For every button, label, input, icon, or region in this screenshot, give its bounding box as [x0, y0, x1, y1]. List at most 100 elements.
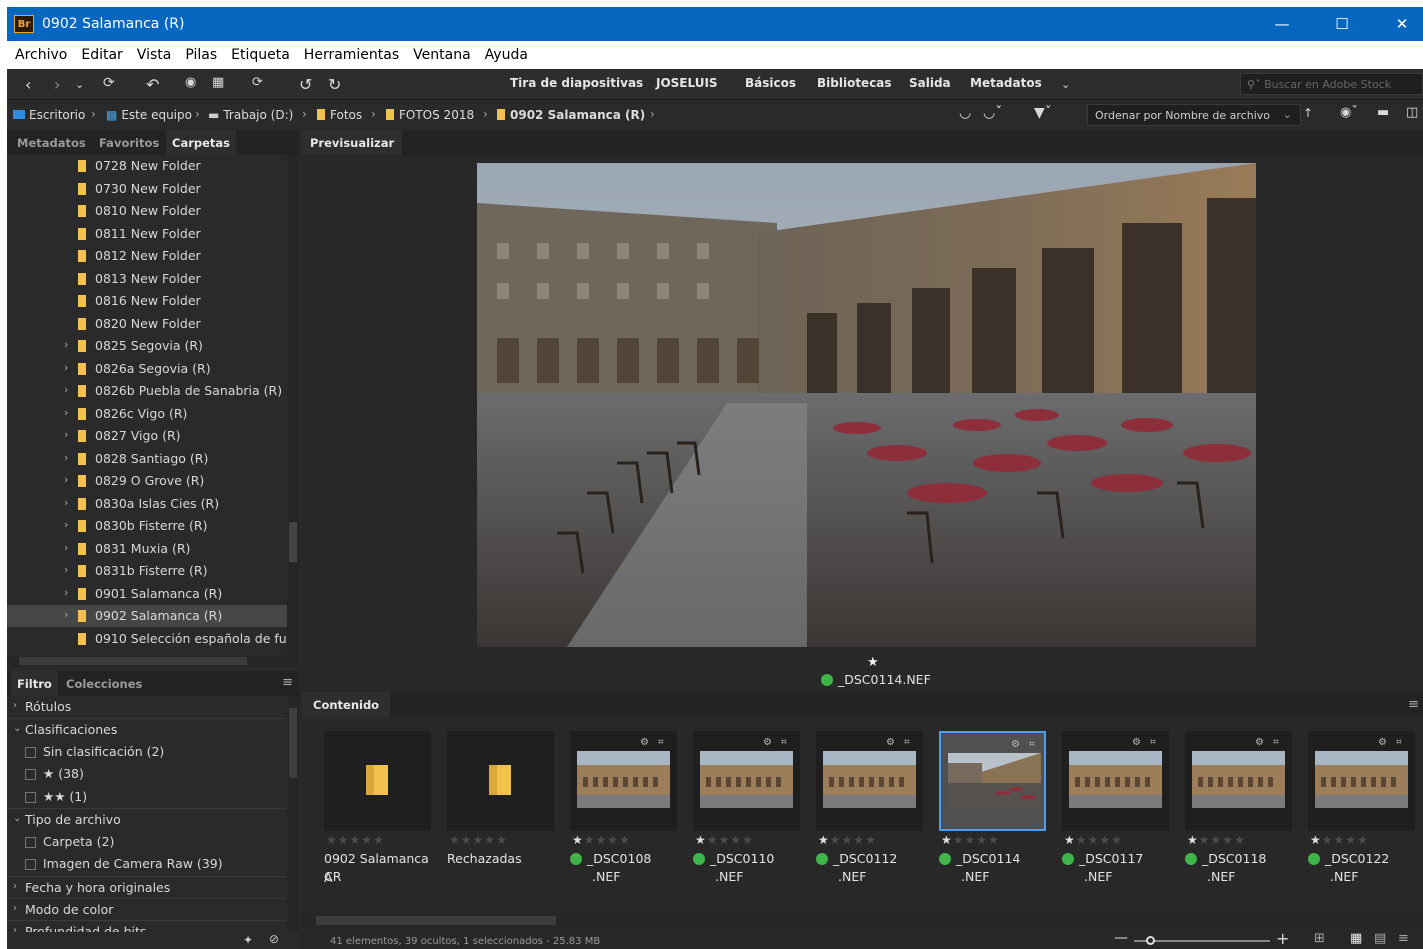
- folder-tree-item[interactable]: › 0826c Vigo (R): [7, 403, 287, 425]
- content-image-item[interactable]: ⚙ ⌗ ★★★★★ _DSC0110 .NEF: [693, 731, 800, 916]
- folder-tree-item[interactable]: › 0828 Santiago (R): [7, 448, 287, 470]
- workspace-more-chevron-icon[interactable]: ⌄: [1061, 78, 1070, 91]
- star-icon[interactable]: ★: [1310, 833, 1322, 847]
- content-folder-item[interactable]: ★★★★★ 0902 Salamanca A CR: [324, 731, 431, 916]
- details-view-icon[interactable]: ▤: [1374, 931, 1386, 946]
- menu-ventana[interactable]: Ventana: [406, 47, 478, 63]
- rating-stars[interactable]: ★★★★★: [449, 833, 508, 847]
- thumbnail-frame[interactable]: ⚙ ⌗: [939, 731, 1046, 831]
- star-icon[interactable]: ★: [461, 833, 473, 847]
- zoom-out-button[interactable]: —: [1114, 930, 1128, 946]
- star-icon[interactable]: ★: [941, 833, 953, 847]
- camera-icon[interactable]: ◉: [185, 75, 196, 90]
- star-icon[interactable]: ★: [607, 833, 619, 847]
- filter-one-star[interactable]: ★ (38): [7, 763, 287, 785]
- content-image-item[interactable]: ⚙ ⌗ ★★★★★ _DSC0118 .NEF: [1185, 731, 1292, 916]
- star-icon[interactable]: ★: [1076, 833, 1088, 847]
- breadcrumb-escritorio[interactable]: Escritorio: [13, 108, 85, 122]
- chevron-right-icon[interactable]: ›: [64, 361, 68, 374]
- checkbox[interactable]: [25, 747, 36, 758]
- breadcrumb-fotos[interactable]: Fotos: [317, 108, 362, 122]
- panel-menu-icon[interactable]: ≡: [282, 675, 293, 690]
- adobe-stock-search[interactable]: ⚲ˇ Buscar en Adobe Stock: [1240, 73, 1423, 95]
- star-icon[interactable]: ★: [953, 833, 965, 847]
- filter-camera-raw[interactable]: Imagen de Camera Raw (39): [7, 853, 287, 875]
- folder-tree-item[interactable]: 0910 Selección española de futbol: [7, 628, 287, 650]
- content-image-item[interactable]: ⚙ ⌗ ★★★★★ _DSC0114 .NEF: [939, 731, 1046, 916]
- content-image-item[interactable]: ⚙ ⌗ ★★★★★ _DSC0108 .NEF: [570, 731, 677, 916]
- filter-carpeta[interactable]: Carpeta (2): [7, 831, 287, 853]
- recent-icon[interactable]: ⟳: [103, 75, 115, 91]
- checkbox[interactable]: [25, 837, 36, 848]
- breadcrumb-trabajo[interactable]: ▬ Trabajo (D:): [208, 108, 293, 122]
- slider-handle[interactable]: [1146, 936, 1155, 945]
- filter-icon[interactable]: ▼ˇ: [1034, 105, 1052, 121]
- filter-tipo-archivo[interactable]: ⌄ Tipo de archivo: [7, 808, 287, 830]
- tab-favoritos[interactable]: Favoritos: [99, 130, 159, 155]
- menu-ayuda[interactable]: Ayuda: [478, 47, 535, 63]
- star-icon[interactable]: ★: [361, 833, 373, 847]
- thumbnail-frame[interactable]: ⚙ ⌗: [1185, 731, 1292, 831]
- star-icon[interactable]: ★: [619, 833, 631, 847]
- star-icon[interactable]: ★: [496, 833, 508, 847]
- new-folder-icon[interactable]: ▬: [1377, 105, 1389, 120]
- preview-image[interactable]: [477, 163, 1256, 647]
- thumbnail-frame[interactable]: [324, 731, 431, 831]
- star-icon[interactable]: ★: [965, 833, 977, 847]
- thumbnail-frame[interactable]: ⚙ ⌗: [816, 731, 923, 831]
- folder-tree-item[interactable]: 0730 New Folder: [7, 178, 287, 200]
- star-icon[interactable]: ★: [1187, 833, 1199, 847]
- filter-two-stars[interactable]: ★★ (1): [7, 786, 287, 808]
- star-icon[interactable]: ★: [842, 833, 854, 847]
- open-in-camera-raw-icon[interactable]: ⟳: [252, 75, 263, 90]
- star-icon[interactable]: ★: [1234, 833, 1246, 847]
- checkbox[interactable]: [25, 769, 36, 780]
- star-icon[interactable]: ★: [596, 833, 608, 847]
- folder-tree-item[interactable]: 0812 New Folder: [7, 245, 287, 267]
- quality-icon[interactable]: ◡: [959, 105, 971, 121]
- rating-stars[interactable]: ★★★★★: [1064, 833, 1123, 847]
- workspace-basicos[interactable]: Básicos: [745, 76, 796, 90]
- star-icon[interactable]: ★: [853, 833, 865, 847]
- star-icon[interactable]: ★: [1099, 833, 1111, 847]
- star-icon[interactable]: ★: [719, 833, 731, 847]
- chevron-right-icon[interactable]: ›: [64, 496, 68, 509]
- tab-colecciones[interactable]: Colecciones: [66, 671, 142, 696]
- chevron-right-icon[interactable]: ›: [64, 541, 68, 554]
- forward-icon[interactable]: ›: [54, 75, 60, 94]
- folder-tree-item[interactable]: › 0826a Segovia (R): [7, 358, 287, 380]
- star-icon[interactable]: ★: [1357, 833, 1369, 847]
- star-icon[interactable]: ★: [1222, 833, 1234, 847]
- star-icon[interactable]: ★: [865, 833, 877, 847]
- folder-tree-item[interactable]: › 0902 Salamanca (R): [7, 605, 287, 627]
- minimize-button[interactable]: —: [1252, 7, 1312, 41]
- folder-tree-hscrollbar[interactable]: [7, 655, 299, 667]
- workspace-bibliotecas[interactable]: Bibliotecas: [817, 76, 892, 90]
- star-icon[interactable]: ★: [350, 833, 362, 847]
- tab-filtro[interactable]: Filtro: [11, 671, 58, 696]
- folder-tree-item[interactable]: › 0831 Muxia (R): [7, 538, 287, 560]
- tab-metadatos[interactable]: Metadatos: [17, 130, 86, 155]
- star-icon[interactable]: ★: [1064, 833, 1076, 847]
- rating-stars[interactable]: ★★★★★: [695, 833, 754, 847]
- thumbnail-frame[interactable]: ⚙ ⌗: [693, 731, 800, 831]
- chevron-right-icon[interactable]: ›: [64, 608, 68, 621]
- folder-tree-item[interactable]: 0816 New Folder: [7, 290, 287, 312]
- close-button[interactable]: ✕: [1372, 7, 1423, 41]
- rating-stars[interactable]: ★★★★★: [572, 833, 631, 847]
- menu-archivo[interactable]: Archivo: [7, 47, 74, 63]
- breadcrumb-fotos-2018[interactable]: FOTOS 2018: [386, 108, 474, 122]
- tab-carpetas[interactable]: Carpetas: [166, 130, 237, 155]
- rating-stars[interactable]: ★★★★★: [941, 833, 1000, 847]
- filter-rotulos[interactable]: › Rótulos: [7, 696, 287, 718]
- refine-icon[interactable]: ▦: [212, 75, 224, 90]
- folder-tree-item[interactable]: › 0830b Fisterre (R): [7, 515, 287, 537]
- chevron-right-icon[interactable]: ›: [64, 406, 68, 419]
- rating-stars[interactable]: ★★★★★: [1310, 833, 1369, 847]
- get-photos-icon[interactable]: ◉ˇ: [1340, 105, 1358, 120]
- thumbnail-frame[interactable]: ⚙ ⌗: [570, 731, 677, 831]
- star-icon[interactable]: ★: [695, 833, 707, 847]
- rating-stars[interactable]: ★★★★★: [818, 833, 877, 847]
- star-icon[interactable]: ★: [572, 833, 584, 847]
- tab-previsualizar[interactable]: Previsualizar: [302, 130, 403, 155]
